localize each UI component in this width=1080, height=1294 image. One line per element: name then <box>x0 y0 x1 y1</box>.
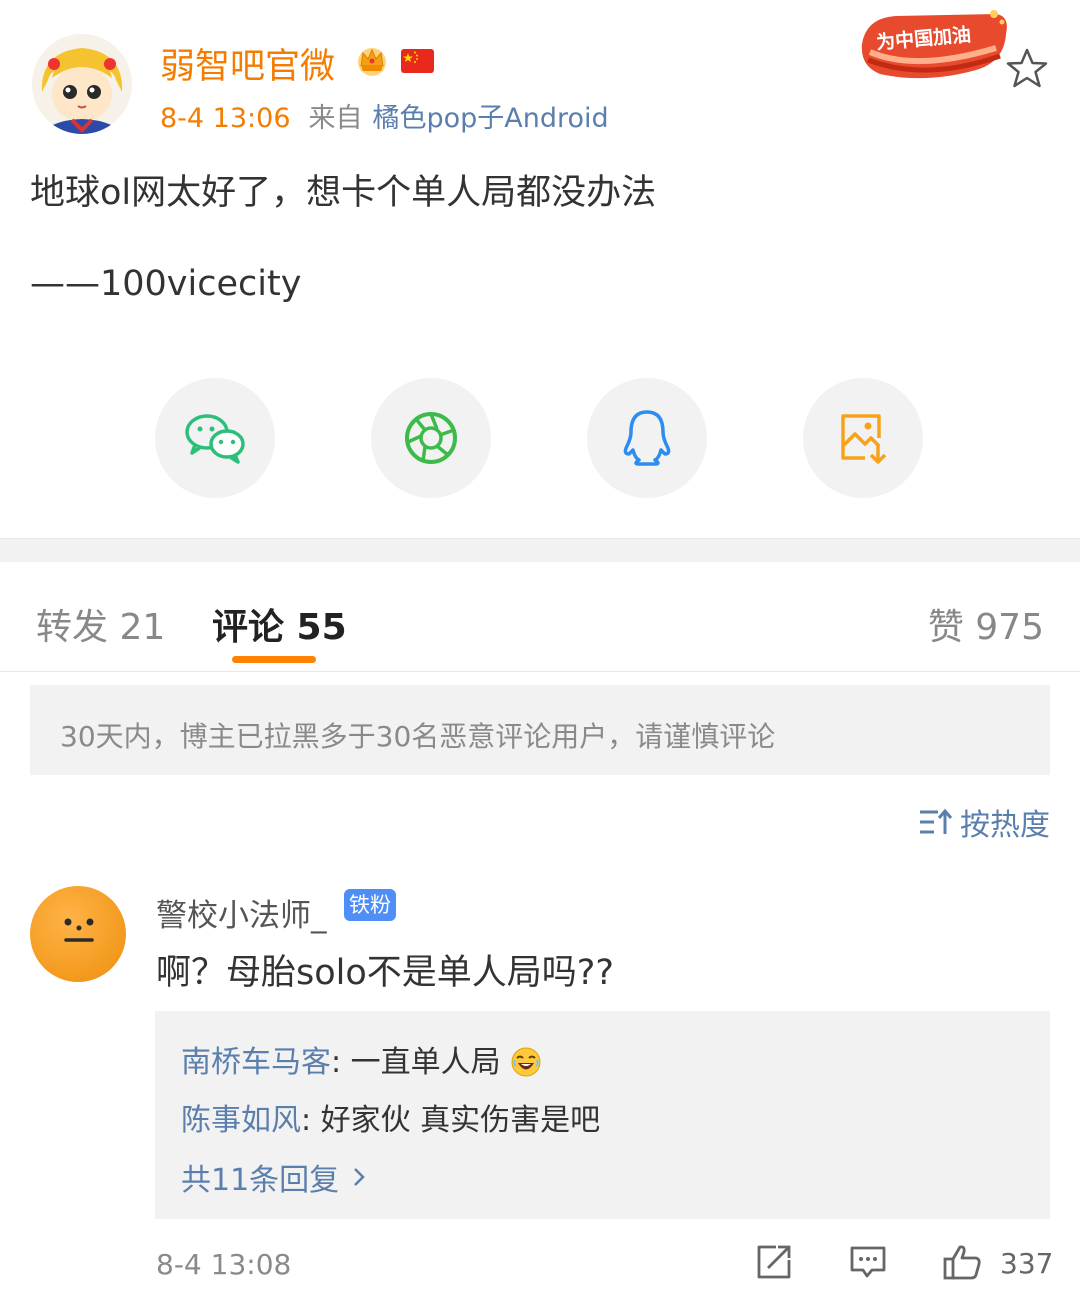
sort-label: 按热度 <box>960 808 1050 843</box>
reply-item: 陈事如风: 好家伙 真实伤害是吧 <box>181 1095 600 1139</box>
thumbs-up-icon[interactable] <box>942 1242 982 1282</box>
active-tab-indicator <box>232 656 316 663</box>
tab-repost[interactable]: 转发 21 <box>36 598 165 650</box>
post-header: 弱智吧官微 8-4 13:06 来自 橘色pop子Android 为中国加油 <box>0 0 1080 140</box>
post-text-line-2: ——100vicecity <box>30 264 302 304</box>
orange-face-avatar-image <box>64 918 94 942</box>
tab-comment[interactable]: 评论 55 <box>212 598 347 650</box>
post-meta: 8-4 13:06 来自 橘色pop子Android <box>160 96 609 135</box>
cheer-badge[interactable]: 为中国加油 <box>856 4 1012 84</box>
comment-text: 啊？母胎solo不是单人局吗?? <box>156 953 614 993</box>
qq-icon <box>623 410 671 466</box>
post-source-link[interactable]: 橘色pop子Android <box>373 103 609 134</box>
share-moments-button[interactable] <box>371 378 491 498</box>
commenter-name[interactable]: 警校小法师_ <box>156 890 327 935</box>
post-time: 8-4 13:06 <box>160 103 291 134</box>
tab-like[interactable]: 赞 975 <box>928 598 1044 650</box>
share-row <box>0 378 1080 498</box>
more-replies-link[interactable]: 共11条回复 <box>181 1155 367 1199</box>
reply-text: : 好家伙 真实伤害是吧 <box>301 1103 601 1138</box>
post-text-line-1: 地球ol网太好了，想卡个单人局都没办法 <box>30 173 657 213</box>
reply-user[interactable]: 陈事如风 <box>181 1103 301 1138</box>
sort-icon <box>920 808 953 834</box>
china-flag-icon <box>401 49 434 73</box>
share-qq-button[interactable] <box>587 378 707 498</box>
author-name[interactable]: 弱智吧官微 <box>160 38 335 89</box>
reply-comment-icon[interactable] <box>848 1242 888 1282</box>
section-divider <box>0 538 1080 562</box>
comment-time: 8-4 13:08 <box>156 1248 292 1281</box>
reply-item: 南桥车马客: 一直单人局 <box>181 1037 542 1081</box>
commenter-avatar[interactable] <box>30 886 126 982</box>
reply-user[interactable]: 南桥车马客 <box>181 1045 331 1080</box>
replies-box[interactable]: 南桥车马客: 一直单人局 陈事如风: 好家伙 真实伤害是吧 共11条回复 <box>155 1011 1050 1219</box>
laughing-emoji-icon <box>511 1047 541 1077</box>
tab-bar: 转发 21 评论 55 赞 975 <box>0 562 1080 672</box>
post-from-label: 来自 <box>308 103 363 134</box>
reply-text: : 一直单人局 <box>331 1045 501 1080</box>
popuko-avatar-image <box>32 34 132 134</box>
repost-comment-icon[interactable] <box>754 1242 794 1282</box>
star-icon[interactable] <box>1002 44 1052 94</box>
author-avatar[interactable] <box>32 34 132 134</box>
save-image-icon <box>841 414 887 464</box>
sort-by-hot-button[interactable]: 按热度 <box>918 800 1050 844</box>
like-count: 337 <box>1000 1247 1054 1280</box>
wechat-icon <box>185 414 245 464</box>
fan-badge: 铁粉 <box>344 889 396 921</box>
crown-icon <box>358 48 386 76</box>
chevron-right-icon <box>354 1168 365 1186</box>
save-image-button[interactable] <box>803 378 923 498</box>
comment-notice: 30天内，博主已拉黑多于30名恶意评论用户，请谨慎评论 <box>30 685 1050 775</box>
share-wechat-button[interactable] <box>155 378 275 498</box>
moments-icon <box>405 412 457 464</box>
more-replies-label: 共11条回复 <box>181 1163 340 1198</box>
